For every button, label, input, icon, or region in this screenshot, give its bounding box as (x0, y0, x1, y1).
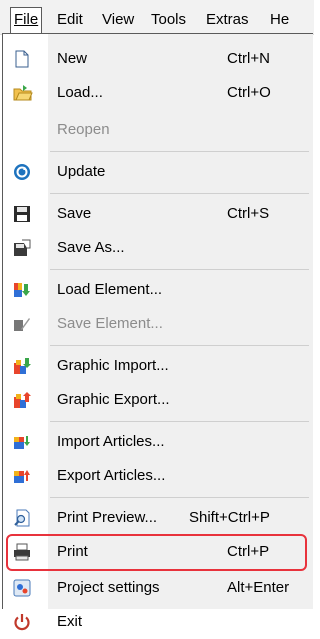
import-articles-icon (13, 433, 31, 451)
menu-item-export-articles[interactable]: Export Articles... (3, 459, 314, 493)
menu-edit[interactable]: Edit (53, 7, 87, 33)
menu-item-label: Graphic Export... (57, 391, 170, 408)
graphic-import-icon (13, 357, 31, 375)
menu-separator (50, 345, 309, 346)
graphic-export-icon (13, 391, 31, 409)
menu-separator (50, 497, 309, 498)
menu-item-new[interactable]: New Ctrl+N (3, 42, 314, 76)
menu-item-label: New (57, 50, 88, 67)
save-element-icon (13, 315, 31, 333)
menu-item-exit[interactable]: Exit (3, 605, 314, 639)
menu-item-import-articles[interactable]: Import Articles... (3, 425, 314, 459)
menu-help[interactable]: He (266, 7, 293, 33)
menu-item-label: Load... (57, 84, 103, 101)
export-articles-icon (13, 467, 31, 485)
menu-item-label: Export Articles... (57, 467, 166, 484)
menu-item-label: Save (57, 205, 92, 222)
menu-file-label: File (14, 11, 39, 28)
menu-item-graphic-export[interactable]: Graphic Export... (3, 383, 314, 417)
menu-tools-label: Tools (151, 11, 187, 28)
highlight-box (6, 534, 307, 571)
menu-extras-label: Extras (206, 11, 249, 28)
menu-edit-label: Edit (57, 11, 83, 28)
menu-item-label: Project settings (57, 579, 160, 596)
menu-item-shortcut: Alt+Enter (227, 579, 290, 596)
menu-file[interactable]: File (10, 7, 43, 33)
menu-item-shortcut: Ctrl+S (227, 205, 270, 222)
menu-item-label: Reopen (57, 121, 110, 138)
exit-power-icon (13, 613, 31, 631)
file-menu-dropdown: New Ctrl+N Load... Ctrl+O Reopen Update … (2, 33, 314, 631)
menu-view[interactable]: View (98, 7, 138, 33)
print-preview-icon (13, 509, 31, 527)
menu-item-update[interactable]: Update (3, 155, 314, 189)
menu-separator (50, 151, 309, 152)
menu-item-shortcut: Shift+Ctrl+P (189, 509, 270, 526)
menu-item-label: Update (57, 163, 106, 180)
menu-item-load-element[interactable]: Load Element... (3, 273, 314, 307)
menu-tools[interactable]: Tools (147, 7, 190, 33)
save-as-icon (13, 239, 31, 257)
menu-extras[interactable]: Extras (202, 7, 253, 33)
menu-item-shortcut: Ctrl+N (227, 50, 270, 67)
menu-item-save-element: Save Element... (3, 307, 314, 341)
menu-item-project-settings[interactable]: Project settings Alt+Enter (3, 571, 314, 605)
menu-item-label: Print Preview... (57, 509, 158, 526)
menu-item-label: Graphic Import... (57, 357, 169, 374)
menu-item-label: Load Element... (57, 281, 163, 298)
menu-item-label: Import Articles... (57, 433, 165, 450)
menu-item-label: Exit (57, 613, 83, 630)
menu-help-label: He (270, 11, 290, 28)
save-icon (13, 205, 31, 223)
menu-item-shortcut: Ctrl+O (227, 84, 271, 101)
menu-item-label: Save Element... (57, 315, 163, 332)
menu-separator (50, 421, 309, 422)
menu-item-load[interactable]: Load... Ctrl+O (3, 76, 314, 110)
menu-item-reopen: Reopen (3, 113, 314, 147)
menu-item-print-preview[interactable]: Print Preview... Shift+Ctrl+P (3, 501, 314, 535)
menu-item-graphic-import[interactable]: Graphic Import... (3, 349, 314, 383)
menu-separator (50, 193, 309, 194)
update-icon (13, 163, 31, 181)
load-element-icon (13, 281, 31, 299)
menu-bar: File Edit View Tools Extras He (0, 0, 314, 35)
new-file-icon (13, 50, 31, 68)
menu-item-save[interactable]: Save Ctrl+S (3, 197, 314, 231)
menu-item-label: Save As... (57, 239, 125, 256)
menu-item-save-as[interactable]: Save As... (3, 231, 314, 265)
project-settings-icon (13, 579, 31, 597)
menu-separator (50, 269, 309, 270)
menu-view-label: View (102, 11, 135, 28)
load-folder-icon (13, 84, 33, 102)
